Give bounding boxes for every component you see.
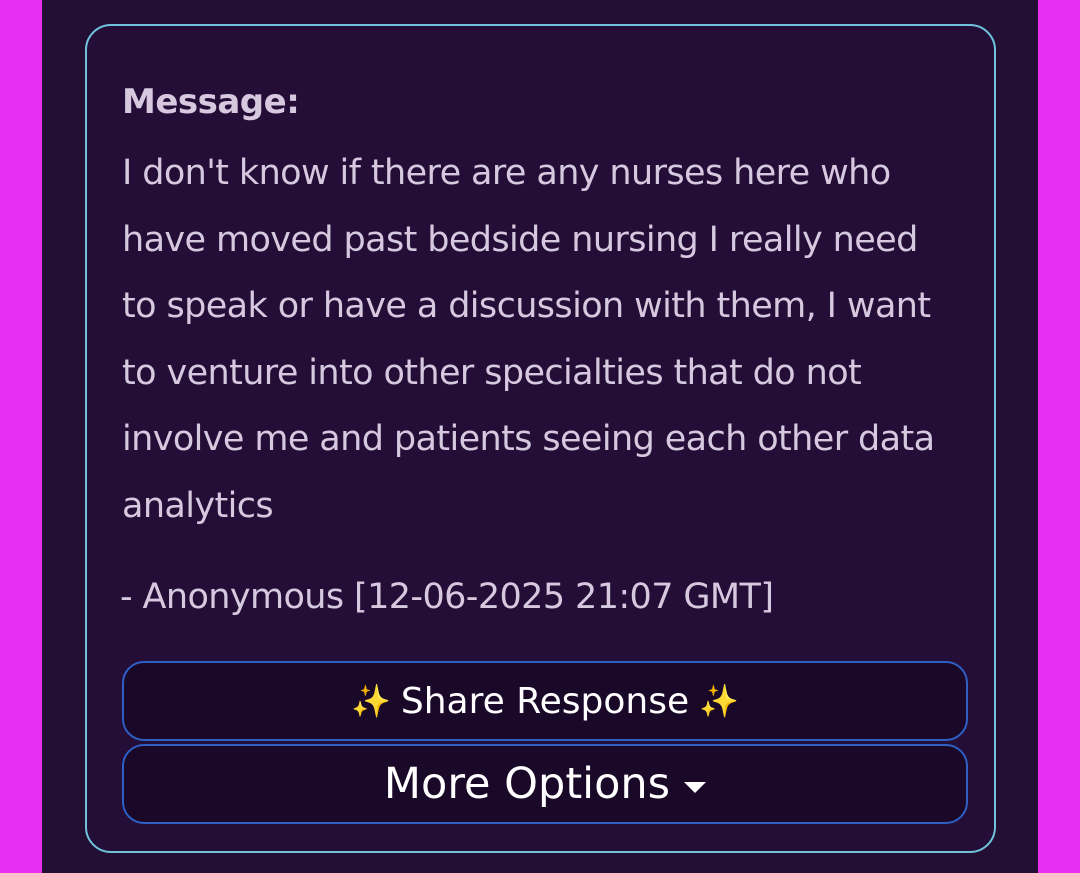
caret-down-icon — [684, 781, 707, 793]
more-options-label: More Options — [383, 759, 671, 809]
share-response-button[interactable]: ✨ Share Response ✨ — [122, 661, 968, 741]
page-panel: Message: I don't know if there are any n… — [42, 0, 1038, 873]
share-response-label: Share Response — [400, 680, 690, 722]
message-body: I don't know if there are any nurses her… — [122, 153, 935, 526]
more-options-button[interactable]: More Options — [122, 744, 968, 824]
message-heading: Message: — [122, 82, 300, 122]
sparkles-icon: ✨ — [351, 682, 391, 720]
message-card: Message: I don't know if there are any n… — [85, 24, 996, 853]
sparkles-icon: ✨ — [699, 682, 739, 720]
message-author-timestamp: - Anonymous [12-06-2025 21:07 GMT] — [120, 577, 774, 617]
